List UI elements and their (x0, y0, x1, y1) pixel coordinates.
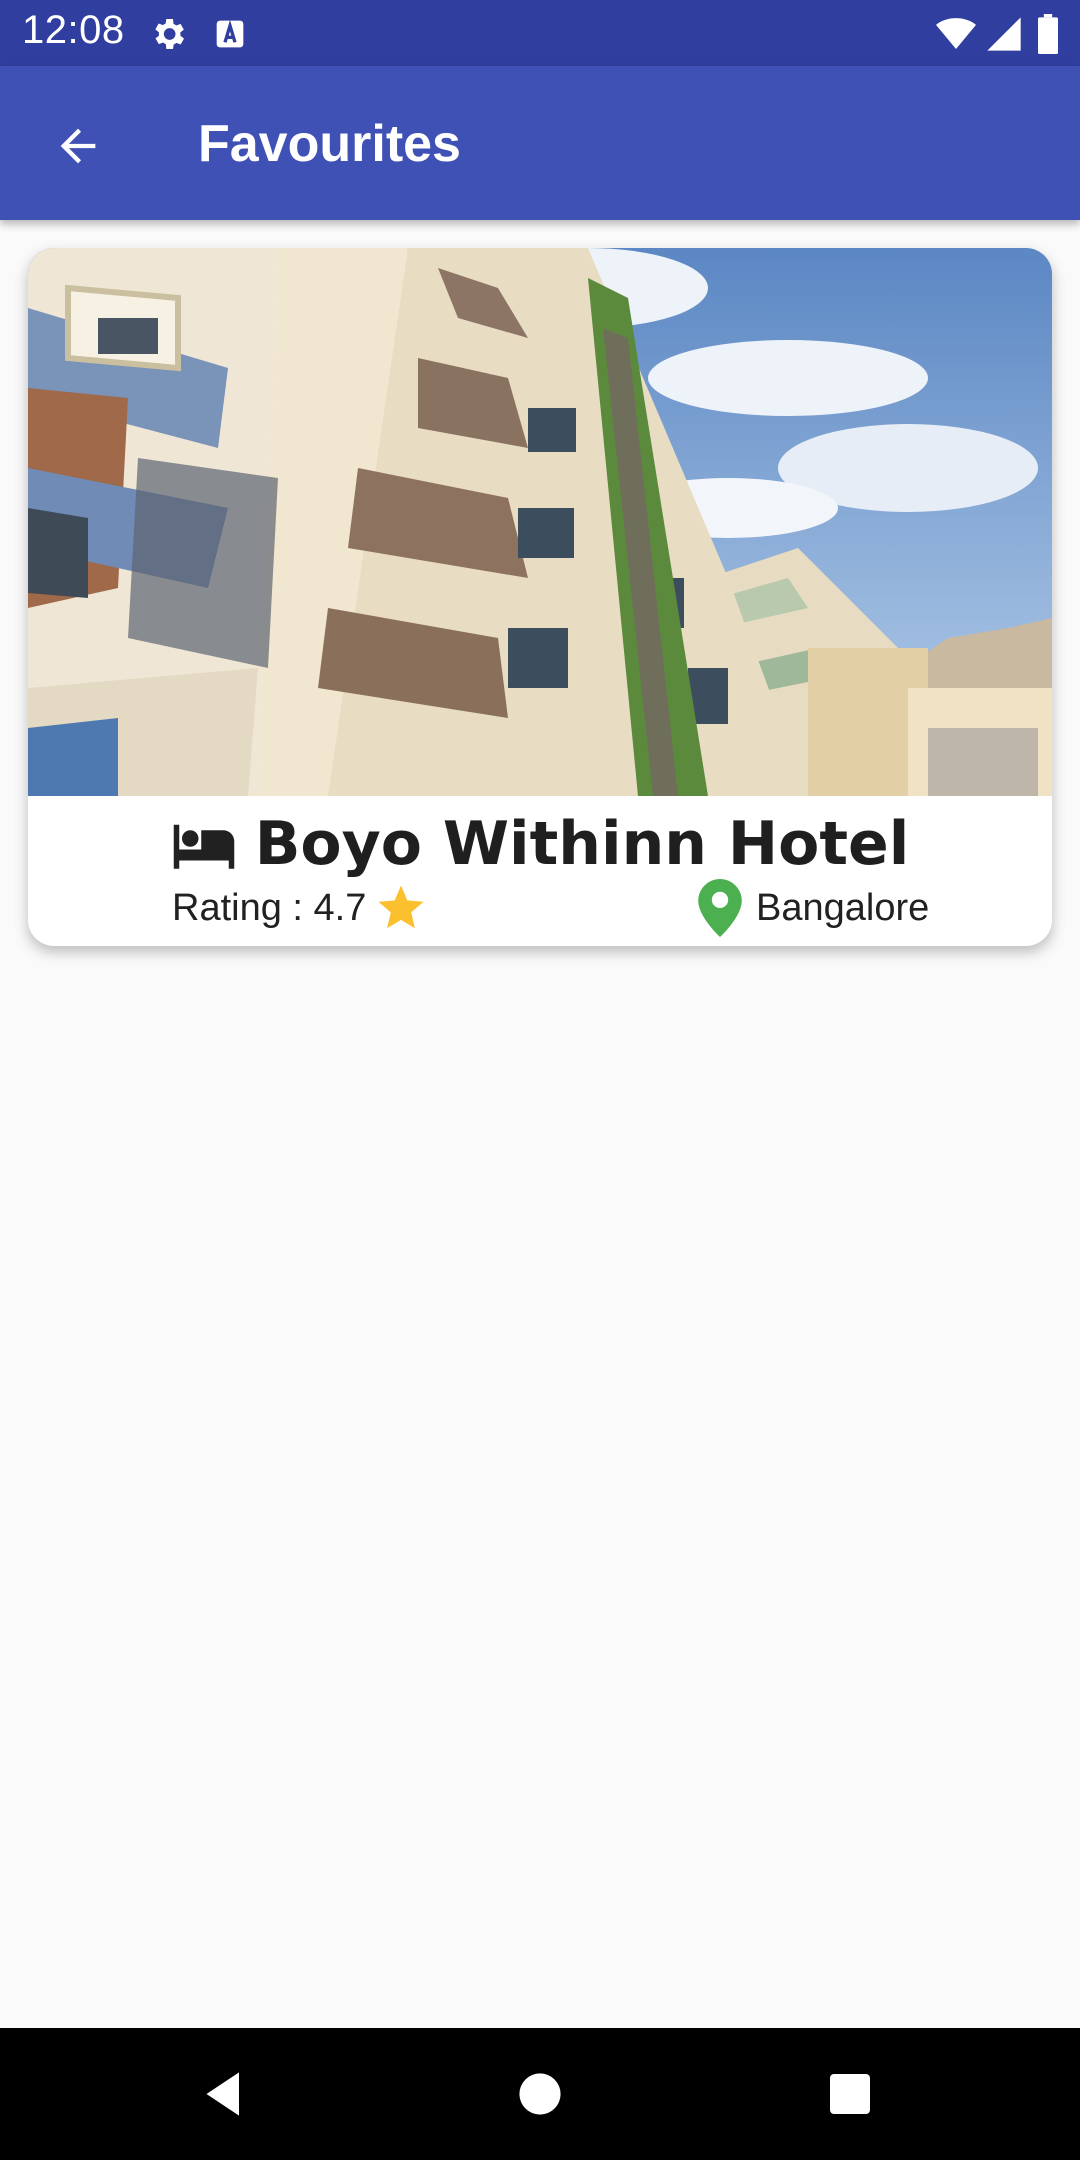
battery-icon (1036, 14, 1062, 54)
back-triangle-icon (206, 2072, 239, 2116)
hotel-title-row: Boyo Withinn Hotel (28, 804, 1052, 884)
nav-back-button[interactable] (190, 2058, 262, 2130)
recents-square-icon (830, 2074, 870, 2114)
bed-icon (173, 824, 234, 869)
favourite-hotel-card[interactable]: Boyo Withinn Hotel Rating : 4.7 Bangalor… (28, 248, 1052, 946)
signal-icon (984, 14, 1024, 54)
app-bar: Favourites (0, 66, 1080, 220)
back-button[interactable] (38, 106, 118, 186)
system-nav-bar (0, 2028, 1080, 2160)
home-circle-icon (519, 2073, 561, 2115)
arrow-back-icon (60, 128, 96, 164)
wifi-icon (934, 14, 978, 54)
text-a-icon (210, 14, 250, 54)
hotel-location: Bangalore (698, 876, 929, 940)
status-time: 12:08 (22, 8, 125, 52)
location-pin-icon (698, 879, 742, 937)
nav-home-button[interactable] (504, 2058, 576, 2130)
status-bar: 12:08 (0, 0, 1080, 66)
nav-recents-button[interactable] (814, 2058, 886, 2130)
settings-icon (148, 14, 188, 54)
rating-text: Rating : 4.7 (172, 886, 367, 929)
star-icon (378, 885, 424, 929)
hotel-rating: Rating : 4.7 (172, 878, 428, 938)
hotel-photo (28, 248, 1052, 796)
hotel-name: Boyo Withinn Hotel (254, 809, 910, 879)
page-title: Favourites (198, 115, 461, 173)
location-text: Bangalore (756, 886, 930, 929)
